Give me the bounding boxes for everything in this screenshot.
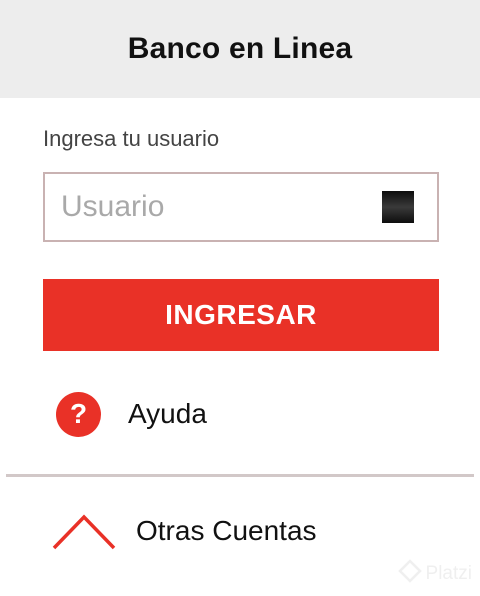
input-square-icon	[382, 191, 414, 223]
help-link[interactable]: ? Ayuda	[56, 391, 207, 437]
platzi-watermark: Platzi	[397, 559, 472, 588]
username-label: Ingresa tu usuario	[43, 126, 220, 151]
app-header: Banco en Linea	[0, 0, 480, 98]
username-input[interactable]	[45, 174, 365, 240]
page-title: Banco en Linea	[127, 32, 353, 65]
other-accounts-label: Otras Cuentas	[136, 515, 317, 546]
help-label: Ayuda	[128, 398, 207, 429]
watermark-label: Platzi	[425, 562, 472, 584]
submit-button[interactable]: INGRESAR	[43, 279, 439, 351]
platzi-logo-icon	[397, 559, 422, 588]
other-accounts-toggle[interactable]: Otras Cuentas	[52, 508, 317, 554]
chevron-up-icon	[52, 511, 116, 551]
divider	[6, 474, 474, 477]
username-field[interactable]	[43, 172, 439, 242]
question-circle-icon: ?	[56, 391, 101, 437]
